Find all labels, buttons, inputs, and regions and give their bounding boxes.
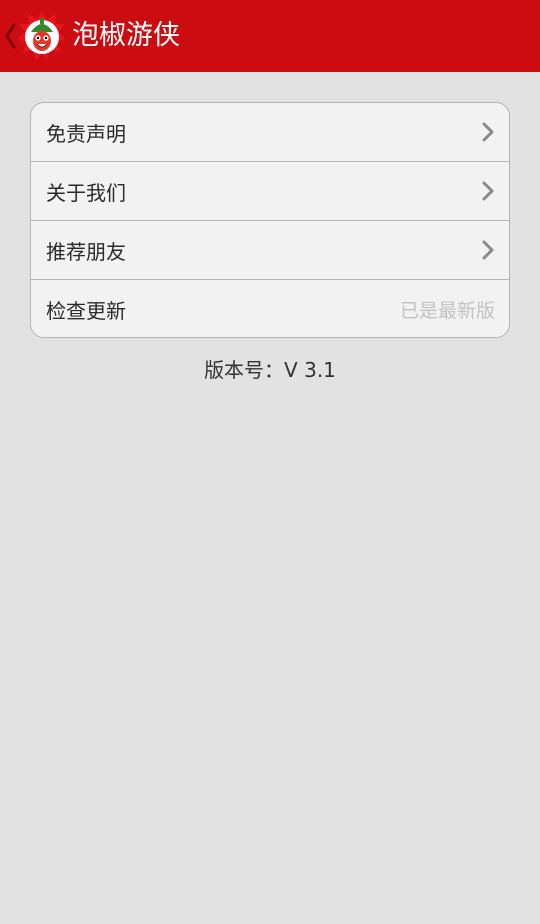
chevron-right-icon — [482, 122, 494, 142]
menu-item-label: 检查更新 — [46, 298, 126, 323]
app-header: 泡椒游侠 — [0, 0, 540, 72]
menu-item-label: 关于我们 — [46, 180, 126, 205]
menu-item-label: 推荐朋友 — [46, 239, 126, 264]
chevron-right-icon — [482, 181, 494, 201]
version-label: 版本号：V 3.1 — [204, 358, 336, 382]
page-title: 泡椒游侠 — [72, 20, 180, 51]
menu-item-recommend-friends[interactable]: 推荐朋友 — [31, 221, 509, 280]
chevron-left-icon[interactable] — [4, 22, 16, 50]
menu-item-about-us[interactable]: 关于我们 — [31, 162, 509, 221]
menu-item-disclaimer[interactable]: 免责声明 — [31, 103, 509, 162]
menu-item-label: 免责声明 — [46, 121, 126, 146]
update-status-text: 已是最新版 — [399, 299, 495, 322]
settings-menu: 免责声明 关于我们 推荐朋友 检查更新 已是最新版 — [30, 102, 510, 338]
pepper-mascot-logo-icon — [18, 11, 66, 60]
chevron-right-icon — [482, 240, 494, 260]
menu-item-check-update[interactable]: 检查更新 已是最新版 — [31, 280, 509, 337]
